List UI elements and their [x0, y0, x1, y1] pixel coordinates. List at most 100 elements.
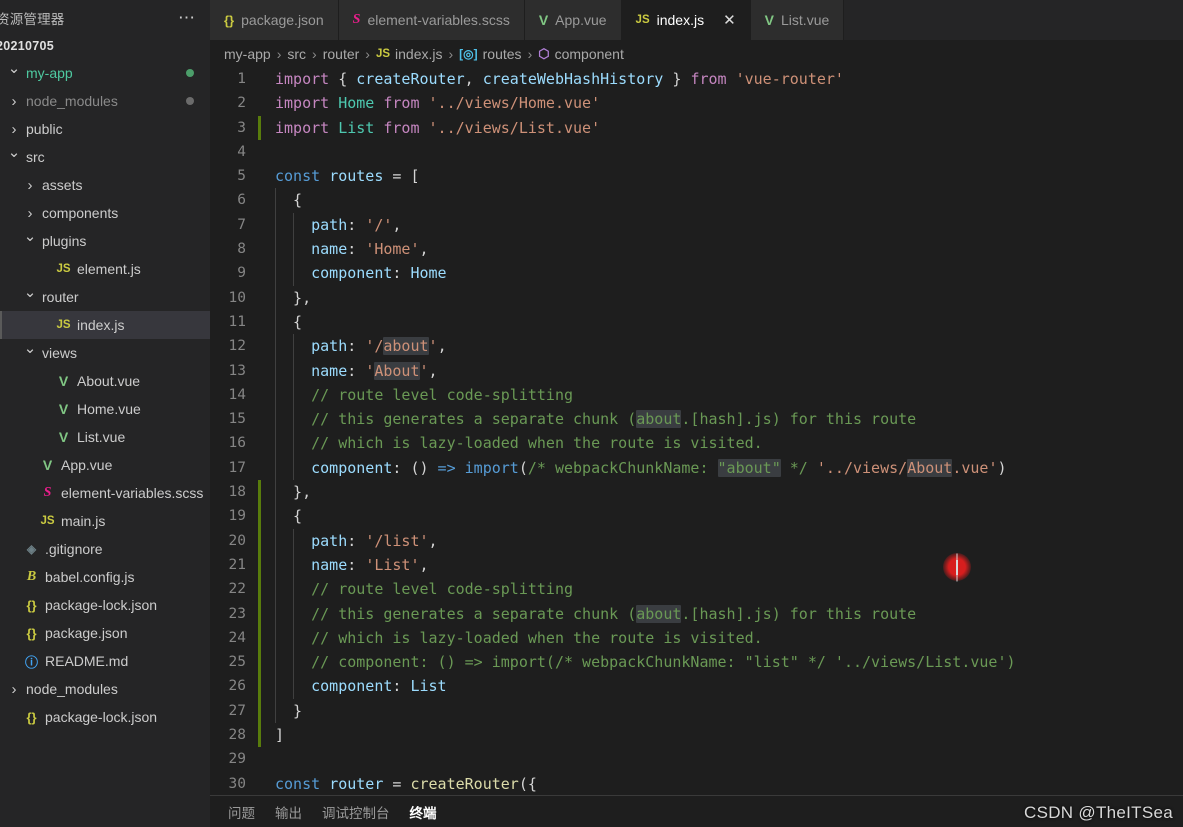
- code-line[interactable]: 27 }: [210, 698, 1183, 724]
- code-text[interactable]: import Home from '../views/Home.vue': [261, 91, 600, 115]
- code-line[interactable]: 26 component: List: [210, 674, 1183, 699]
- code-line[interactable]: 30 const router = createRouter({: [210, 772, 1183, 795]
- breadcrumb-item-index-js[interactable]: index.js: [395, 46, 442, 62]
- code-line[interactable]: 6 {: [210, 188, 1183, 213]
- tree-item-src[interactable]: src: [0, 143, 210, 171]
- code-editor[interactable]: 1 import { createRouter, createWebHashHis…: [210, 67, 1183, 795]
- chevron-down-icon[interactable]: [6, 64, 22, 82]
- tree-item--gitignore[interactable]: ◈ .gitignore: [0, 535, 210, 563]
- breadcrumb-item-src[interactable]: src: [287, 46, 306, 62]
- chevron-down-icon[interactable]: [22, 344, 38, 362]
- tree-item-router[interactable]: router: [0, 283, 210, 311]
- chevron-right-icon[interactable]: [22, 177, 38, 194]
- code-text[interactable]: path: '/about',: [261, 334, 447, 359]
- tab-element-variables-scss[interactable]: Selement-variables.scss: [338, 0, 525, 40]
- code-line[interactable]: 3 import List from '../views/List.vue': [210, 115, 1183, 140]
- code-content[interactable]: 1 import { createRouter, createWebHashHis…: [210, 67, 1183, 795]
- code-text[interactable]: const routes = [: [261, 164, 420, 188]
- tree-item-plugins[interactable]: plugins: [0, 227, 210, 255]
- code-text[interactable]: // which is lazy-loaded when the route i…: [261, 431, 763, 456]
- panel-tab[interactable]: 终端: [410, 802, 437, 822]
- tree-item-components[interactable]: components: [0, 199, 210, 227]
- code-line[interactable]: 12 path: '/about',: [210, 334, 1183, 359]
- tree-item-assets[interactable]: assets: [0, 171, 210, 199]
- code-text[interactable]: import { createRouter, createWebHashHist…: [261, 67, 844, 91]
- code-text[interactable]: // route level code-splitting: [261, 577, 573, 602]
- tree-item-package-lock-json[interactable]: {} package-lock.json: [0, 591, 210, 619]
- code-line[interactable]: 23 // this generates a separate chunk (a…: [210, 601, 1183, 626]
- panel-tab[interactable]: 问题: [228, 802, 255, 822]
- code-text[interactable]: // this generates a separate chunk (abou…: [261, 601, 916, 626]
- code-text[interactable]: name: 'Home',: [261, 237, 429, 262]
- code-line[interactable]: 15 // this generates a separate chunk (a…: [210, 407, 1183, 432]
- breadcrumb-item-routes[interactable]: routes: [483, 46, 522, 62]
- code-text[interactable]: const router = createRouter({: [261, 772, 537, 795]
- code-line[interactable]: 24 // which is lazy-loaded when the rout…: [210, 625, 1183, 651]
- tree-item-index-js[interactable]: JS index.js: [0, 311, 210, 339]
- code-text[interactable]: }: [261, 698, 302, 724]
- chevron-down-icon[interactable]: [6, 148, 22, 166]
- code-text[interactable]: [261, 140, 275, 164]
- tree-item-home-vue[interactable]: V Home.vue: [0, 395, 210, 423]
- code-text[interactable]: name: 'About',: [261, 358, 438, 383]
- chevron-right-icon[interactable]: [22, 205, 38, 222]
- code-text[interactable]: // route level code-splitting: [261, 382, 573, 408]
- tree-item-package-lock-json[interactable]: {} package-lock.json: [0, 703, 210, 731]
- code-line[interactable]: 5 const routes = [: [210, 164, 1183, 188]
- tab-list-vue[interactable]: V List.vue: [750, 0, 845, 40]
- code-line[interactable]: 18 },: [210, 480, 1183, 505]
- code-text[interactable]: },: [261, 285, 311, 310]
- tab-package-json[interactable]: {} package.json: [210, 0, 339, 40]
- code-text[interactable]: component: List: [261, 674, 447, 699]
- code-text[interactable]: name: 'List',: [261, 552, 429, 578]
- code-text[interactable]: path: '/list',: [261, 528, 438, 553]
- tree-item-readme-md[interactable]: ⓘ README.md: [0, 647, 210, 675]
- code-text[interactable]: component: () => import(/* webpackChunkN…: [261, 455, 1007, 481]
- chevron-right-icon[interactable]: [6, 93, 22, 110]
- breadcrumb-item-component[interactable]: component: [555, 46, 624, 62]
- code-line[interactable]: 4: [210, 140, 1183, 164]
- code-line[interactable]: 13 name: 'About',: [210, 358, 1183, 383]
- code-line[interactable]: 9 component: Home: [210, 261, 1183, 286]
- code-line[interactable]: 8 name: 'Home',: [210, 237, 1183, 262]
- code-line[interactable]: 10 },: [210, 285, 1183, 310]
- code-line[interactable]: 21 name: 'List',: [210, 552, 1183, 578]
- panel-tab[interactable]: 调试控制台: [322, 802, 390, 822]
- code-line[interactable]: 11 {: [210, 309, 1183, 335]
- tree-item-babel-config-js[interactable]: Bbabel.config.js: [0, 563, 210, 591]
- code-text[interactable]: import List from '../views/List.vue': [261, 116, 600, 140]
- code-line[interactable]: 19 {: [210, 504, 1183, 529]
- code-line[interactable]: 16 // which is lazy-loaded when the rout…: [210, 431, 1183, 456]
- code-line[interactable]: 28]: [210, 723, 1183, 748]
- chevron-right-icon[interactable]: [6, 681, 22, 698]
- tree-item-app-vue[interactable]: V App.vue: [0, 451, 210, 479]
- code-text[interactable]: },: [261, 480, 311, 505]
- code-line[interactable]: 25 // component: () => import(/* webpack…: [210, 650, 1183, 675]
- tree-item-list-vue[interactable]: V List.vue: [0, 423, 210, 451]
- code-text[interactable]: {: [261, 188, 302, 213]
- code-text[interactable]: {: [261, 504, 302, 529]
- breadcrumb-item-router[interactable]: router: [323, 46, 360, 62]
- tree-item-my-app[interactable]: my-app: [0, 59, 210, 87]
- breadcrumb-item-my-app[interactable]: my-app: [224, 46, 271, 62]
- code-text[interactable]: path: '/',: [261, 212, 401, 238]
- code-line[interactable]: 14 // route level code-splitting: [210, 382, 1183, 408]
- tree-item-package-json[interactable]: {} package.json: [0, 619, 210, 647]
- code-text[interactable]: // which is lazy-loaded when the route i…: [261, 625, 763, 651]
- code-line[interactable]: 7 path: '/',: [210, 212, 1183, 238]
- tree-item-public[interactable]: public: [0, 115, 210, 143]
- code-line[interactable]: 20 path: '/list',: [210, 528, 1183, 553]
- tab-app-vue[interactable]: V App.vue: [524, 0, 622, 40]
- tree-item-main-js[interactable]: JS main.js: [0, 507, 210, 535]
- tree-item-element-variables-scss[interactable]: Selement-variables.scss: [0, 479, 210, 507]
- tree-item-about-vue[interactable]: V About.vue: [0, 367, 210, 395]
- chevron-down-icon[interactable]: [22, 232, 38, 250]
- chevron-down-icon[interactable]: [22, 288, 38, 306]
- code-line[interactable]: 2 import Home from '../views/Home.vue': [210, 91, 1183, 115]
- tab-index-js[interactable]: JS index.js ✕: [621, 0, 751, 40]
- tree-item-node-modules[interactable]: node_modules: [0, 675, 210, 703]
- code-line[interactable]: 22 // route level code-splitting: [210, 577, 1183, 602]
- tree-item-node-modules[interactable]: node_modules: [0, 87, 210, 115]
- ellipsis-icon[interactable]: ⋯: [178, 9, 202, 26]
- code-text[interactable]: // this generates a separate chunk (abou…: [261, 407, 916, 432]
